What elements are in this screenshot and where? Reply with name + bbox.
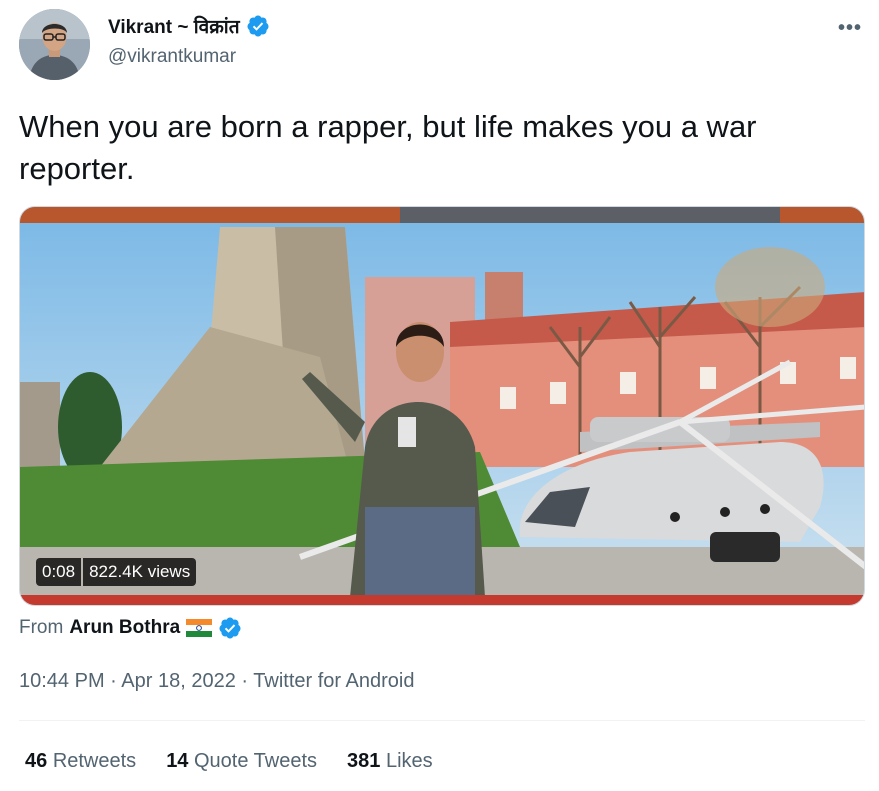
video-duration-badge: 0:08 bbox=[36, 558, 82, 586]
retweets-label: Retweets bbox=[52, 750, 137, 772]
more-options-icon[interactable]: ••• bbox=[838, 17, 862, 40]
tweet-client[interactable]: Twitter for Android bbox=[253, 670, 414, 692]
author-display-name[interactable]: Vikrant ~ विक्रांत bbox=[108, 13, 240, 39]
retweets-count: 46 bbox=[25, 750, 48, 772]
likes-label: Likes bbox=[385, 750, 433, 772]
video-source-row: From Arun Bothra bbox=[19, 616, 242, 640]
quote-tweets-count: 14 bbox=[166, 750, 189, 772]
verified-badge-icon bbox=[219, 617, 241, 639]
likes-stat[interactable]: 381 Likes bbox=[347, 750, 433, 773]
verified-badge-icon bbox=[247, 15, 269, 37]
author-name-row[interactable]: Vikrant ~ विक्रांत bbox=[108, 13, 270, 39]
avatar[interactable] bbox=[19, 9, 90, 80]
divider bbox=[19, 720, 865, 721]
retweets-stat[interactable]: 46 Retweets bbox=[25, 750, 136, 773]
video-views-badge: 822.4K views bbox=[83, 558, 197, 586]
source-account-name[interactable]: Arun Bothra bbox=[69, 617, 180, 639]
meta-separator: · bbox=[241, 670, 249, 692]
meta-separator: · bbox=[110, 670, 117, 692]
tweet-time[interactable]: 10:44 PM bbox=[19, 670, 105, 692]
author-handle[interactable]: @vikrantkumar bbox=[108, 46, 236, 68]
india-flag-icon bbox=[186, 619, 213, 637]
tweet-metadata: 10:44 PM · Apr 18, 2022 · Twitter for An… bbox=[19, 670, 414, 693]
video-thumbnail bbox=[20, 207, 864, 605]
video-player[interactable]: 0:08 822.4K views bbox=[19, 206, 865, 606]
engagement-stats: 46 Retweets 14 Quote Tweets 381 Likes bbox=[25, 750, 433, 773]
video-overlay: 0:08 822.4K views bbox=[36, 558, 197, 586]
tweet-text: When you are born a rapper, but life mak… bbox=[19, 109, 757, 186]
quote-tweets-stat[interactable]: 14 Quote Tweets bbox=[166, 750, 317, 773]
quote-tweets-label: Quote Tweets bbox=[194, 750, 318, 772]
from-label: From bbox=[19, 617, 64, 638]
likes-count: 381 bbox=[347, 750, 381, 772]
tweet-date[interactable]: Apr 18, 2022 bbox=[121, 670, 236, 692]
